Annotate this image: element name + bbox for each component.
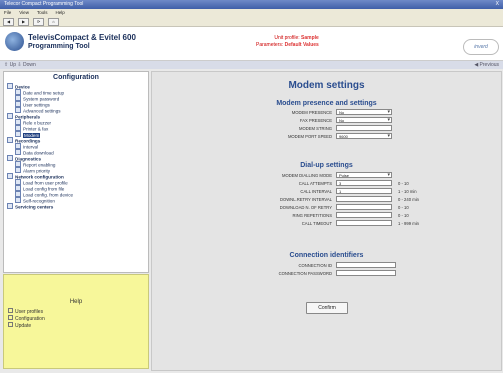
section-connection-title: Connection identifiers [289,252,364,259]
retry-interval-input[interactable] [336,196,392,202]
modem-string-label: MODEM STRING [298,126,332,131]
help-item-update[interactable]: Update [4,322,148,329]
modem-presence-select[interactable]: No [336,109,392,115]
call-interval-range: 1 - 10 min [398,189,417,194]
refresh-icon[interactable]: ⟳ [33,18,44,26]
help-item-user-profiles[interactable]: User profiles [4,308,148,315]
help-panel: Help User profiles Configuration Update [3,274,149,369]
page-icon [8,308,13,313]
up-link[interactable]: ⇧ Up [4,62,16,68]
help-item-configuration[interactable]: Configuration [4,315,148,322]
profile-label: Unit profile: [274,35,300,41]
previous-link[interactable]: ◀ Previous [474,61,499,69]
fax-presence-label: FAX PRESENCE [299,118,332,123]
window-titlebar: Telecor Compact Programming Tool X [0,0,503,9]
help-title: Help [69,299,83,305]
retry-interval-label: DOWNL.RETRY INTERVAL [279,197,332,202]
nav-bar: ⇧ Up ⇩ Down ◀ Previous [0,61,503,69]
connection-password-label: CONNECTION PASSWORD [278,271,332,276]
section-presence-title: Modem presence and settings [276,100,377,107]
confirm-button[interactable]: Confirm [306,302,348,314]
modem-port-speed-label: MODEM PORT SPEED [287,134,332,139]
config-tree: Device Date and time setup System password… [4,83,148,210]
app-header: TelevisCompact & Evitel 600 Programming … [0,27,503,61]
toolbar: ◀ ▶ ⟳ ⌂ [0,17,503,27]
modem-port-speed-select[interactable]: 9600 [336,133,392,139]
profile-info: Unit profile: Sample Parameters: Default… [256,35,319,49]
close-icon[interactable]: X [496,0,499,9]
profile-value: Sample [301,35,319,41]
call-timeout-range: 1 - 999 min [398,221,419,226]
tree-item-label: Servicing centers [15,204,54,210]
connection-id-label: CONNECTION ID [298,263,333,268]
ring-repetitions-label: RING REPETITIONS [292,213,332,218]
ring-repetitions-range: 0 - 10 [398,213,409,218]
ring-repetitions-input[interactable] [336,212,392,218]
back-icon[interactable]: ◀ [3,18,14,26]
call-timeout-input[interactable] [336,220,392,226]
page-icon [8,315,13,320]
section-dialup-title: Dial-up settings [300,162,353,169]
modem-presence-label: MODEM PRESENCE [291,110,332,115]
app-logo-icon [5,32,24,51]
config-sidebar: Configuration Device Date and time setup S… [3,71,149,273]
call-attempts-input[interactable]: 3 [336,180,392,186]
folder-icon [7,203,13,209]
page-icon [8,322,13,327]
menu-help[interactable]: Help [55,10,64,15]
home-icon[interactable]: ⌂ [48,18,59,26]
app-subtitle: Programming Tool [28,43,90,50]
sidebar-title: Configuration [53,74,99,81]
main-panel: Modem settings Modem presence and settin… [151,71,502,371]
brand-logo: inverd [463,39,499,55]
dialling-mode-select[interactable]: Pulse [336,172,392,178]
menu-view[interactable]: View [19,10,29,15]
call-interval-input[interactable]: 1 [336,188,392,194]
app-title: TelevisCompact & Evitel 600 [28,33,136,42]
tree-group[interactable]: Servicing centers [4,203,148,210]
down-link[interactable]: ⇩ Down [17,62,35,68]
forward-icon[interactable]: ▶ [18,18,29,26]
connection-password-input[interactable] [336,270,396,276]
call-interval-label: CALL INTERVAL [300,189,332,194]
menu-tools[interactable]: Tools [37,10,48,15]
retry-count-input[interactable] [336,204,392,210]
parameters-value: Default Values [284,42,319,48]
window-title: Telecor Compact Programming Tool [4,1,84,7]
retry-count-label: DOWNLOAD N. OF RETRY [279,205,332,210]
help-item-label: Update [15,323,32,329]
dialling-mode-label: MODEM DIALLING MODE [281,173,332,178]
call-attempts-label: CALL ATTEMPTS [298,181,332,186]
page-title: Modem settings [288,80,365,91]
parameters-label: Parameters: [256,42,284,48]
retry-interval-range: 0 - 240 min [398,197,419,202]
modem-string-input[interactable] [336,125,392,131]
menu-bar: File View Tools Help [0,9,503,17]
fax-presence-select[interactable]: No [336,117,392,123]
call-attempts-range: 0 - 10 [398,181,409,186]
menu-file[interactable]: File [4,10,11,15]
call-timeout-label: CALL TIMEOUT [301,221,332,226]
retry-count-range: 0 - 10 [398,205,409,210]
connection-id-input[interactable] [336,262,396,268]
